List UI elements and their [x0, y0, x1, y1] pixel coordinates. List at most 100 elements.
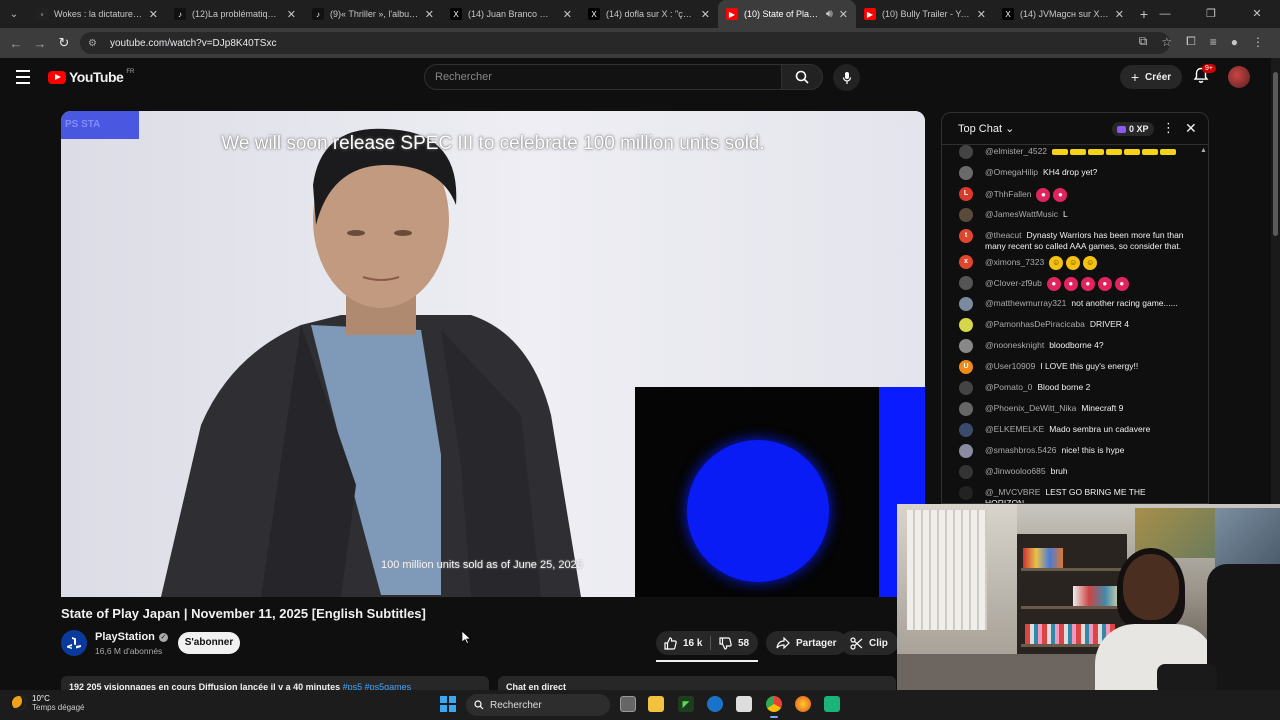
chat-avatar[interactable]	[959, 486, 973, 500]
video-player[interactable]: PS STA We will soon release SPEC III to …	[61, 111, 925, 597]
edge-browser-icon[interactable]	[707, 696, 723, 712]
start-windows-icon[interactable]	[440, 696, 456, 712]
browser-tab[interactable]: ▶ (10) State of Play Japa 🔊︎ ✕	[718, 0, 856, 28]
close-chat-icon[interactable]: ✕	[1185, 120, 1197, 137]
chat-avatar[interactable]	[959, 339, 973, 353]
weather-widget[interactable]: 10°C Temps dégagé	[12, 694, 84, 712]
chat-avatar[interactable]: U	[959, 360, 973, 374]
chat-more-icon[interactable]: ⋮	[1162, 120, 1175, 136]
tab-audio-icon[interactable]: 🔊︎	[826, 8, 833, 21]
chat-author[interactable]: @JamesWattMusic	[985, 209, 1058, 219]
browser-tab[interactable]: ♪ (12)La problématique rac ✕	[166, 0, 304, 28]
dislike-button[interactable]: 58	[711, 636, 749, 650]
chat-avatar[interactable]	[959, 402, 973, 416]
tab-close-icon[interactable]: ✕	[287, 8, 296, 21]
tab-close-icon[interactable]: ✕	[701, 8, 710, 21]
create-button[interactable]: + Créer	[1120, 65, 1182, 89]
chat-avatar[interactable]	[959, 444, 973, 458]
reload-icon[interactable]: ↻	[52, 35, 76, 51]
url-field[interactable]: ⚙ youtube.com/watch?v=DJp8K40TSxc	[80, 32, 1170, 54]
chat-avatar[interactable]	[959, 297, 973, 311]
chat-author[interactable]: @Clover-zf9ub	[985, 278, 1042, 288]
chat-author[interactable]: @Jinwooloo685	[985, 466, 1046, 476]
chat-avatar[interactable]	[959, 276, 973, 290]
tab-search-icon[interactable]: ⌄	[0, 0, 28, 28]
chat-author[interactable]: @noonesknight	[985, 340, 1044, 350]
chat-avatar[interactable]	[959, 166, 973, 180]
tab-close-icon[interactable]: ✕	[563, 8, 572, 21]
tab-close-icon[interactable]: ✕	[839, 8, 848, 21]
restore-icon[interactable]: ❐	[1188, 0, 1234, 28]
menu-icon[interactable]	[16, 70, 30, 88]
browser-tab[interactable]: ▶ (10) Bully Trailer - YouTub ✕	[856, 0, 994, 28]
reading-list-icon[interactable]: ≡	[1210, 35, 1217, 49]
subscribe-button[interactable]: S'abonner	[178, 632, 240, 654]
channel-avatar[interactable]	[61, 630, 87, 656]
file-explorer-icon[interactable]	[648, 696, 664, 712]
browser-menu-icon[interactable]: ⋮	[1252, 35, 1264, 49]
hashtags[interactable]: #ps5 #ps5games	[343, 682, 412, 690]
taskbar-search[interactable]: Rechercher	[466, 694, 610, 716]
xp-badge[interactable]: 0 XP	[1112, 122, 1154, 136]
chat-author[interactable]: @OmegaHilip	[985, 167, 1038, 177]
channel-name[interactable]: PlayStation ✓	[95, 631, 168, 643]
tab-close-icon[interactable]: ✕	[425, 8, 434, 21]
store-icon[interactable]	[736, 696, 752, 712]
profile-icon[interactable]: ●	[1231, 35, 1238, 49]
search-button[interactable]	[781, 64, 823, 90]
chat-avatar[interactable]: L	[959, 187, 973, 201]
share-button[interactable]: Partager	[766, 631, 847, 655]
voice-search-button[interactable]	[833, 64, 860, 91]
browser-tab[interactable]: ♪ (9)« Thriller », l'album de ✕	[304, 0, 442, 28]
chat-scroll-up-icon[interactable]: ▲	[1200, 147, 1207, 154]
chat-author[interactable]: @PamonhasDePiracicaba	[985, 319, 1085, 329]
chat-author[interactable]: @theacut	[985, 230, 1022, 240]
chat-avatar[interactable]: t	[959, 229, 973, 243]
chat-avatar[interactable]	[959, 465, 973, 479]
app-icon[interactable]	[824, 696, 840, 712]
minimize-icon[interactable]: —	[1142, 0, 1188, 28]
browser-tab[interactable]: X (14) JVMagсн sur X : "Ou ✕	[994, 0, 1132, 28]
firefox-icon[interactable]	[795, 696, 811, 712]
chat-author[interactable]: @smashbros.5426	[985, 445, 1056, 455]
chat-author[interactable]: @matthewmurray321	[985, 298, 1066, 308]
clip-button[interactable]: Clip	[840, 631, 898, 655]
chat-avatar[interactable]	[959, 145, 973, 159]
tab-close-icon[interactable]: ✕	[1115, 8, 1124, 21]
extensions-icon[interactable]: ⧠	[1186, 34, 1196, 49]
like-button[interactable]: 16 k	[656, 636, 710, 650]
browser-tab[interactable]: ◦ Wokes : la dictature des li ✕	[28, 0, 166, 28]
forward-icon[interactable]: →	[28, 36, 52, 51]
browser-tab[interactable]: X (14) dofla sur X : "ça lui m ✕	[580, 0, 718, 28]
task-view-icon[interactable]	[620, 696, 636, 712]
chat-author[interactable]: @ThhFallen	[985, 189, 1031, 199]
chat-avatar[interactable]	[959, 208, 973, 222]
chat-avatar[interactable]	[959, 381, 973, 395]
chat-avatar[interactable]: x	[959, 255, 973, 269]
chat-author[interactable]: @Pomato_0	[985, 382, 1032, 392]
scrollbar-thumb[interactable]	[1273, 72, 1278, 236]
description-box[interactable]: 192 205 visionnages en cours Diffusion l…	[61, 676, 489, 690]
install-app-icon[interactable]: ⧉	[1139, 34, 1148, 49]
chat-author[interactable]: @ximons_7323	[985, 257, 1044, 267]
close-window-icon[interactable]: ✕	[1234, 0, 1280, 28]
chat-avatar[interactable]	[959, 423, 973, 437]
bookmark-star-icon[interactable]: ☆	[1161, 35, 1172, 49]
back-icon[interactable]: ←	[4, 36, 28, 51]
tab-close-icon[interactable]: ✕	[977, 8, 986, 21]
chat-avatar[interactable]	[959, 318, 973, 332]
chat-author[interactable]: @_MVCVBRE	[985, 487, 1040, 497]
nvidia-icon[interactable]: ◤	[678, 696, 694, 712]
browser-tab[interactable]: X (14) Juan Branco 🟡 sur X ✕	[442, 0, 580, 28]
search-input[interactable]: Rechercher	[424, 64, 782, 90]
account-avatar[interactable]	[1228, 66, 1250, 88]
chat-author[interactable]: @Phoenix_DeWitt_Nika	[985, 403, 1076, 413]
chat-author[interactable]: @elmister_4522	[985, 146, 1047, 156]
youtube-logo[interactable]: YouTube FR	[48, 69, 134, 85]
chat-mode-dropdown[interactable]: Top Chat ⌄	[958, 122, 1014, 135]
tab-close-icon[interactable]: ✕	[149, 8, 158, 21]
live-chat-replay-bar[interactable]: Chat en direct	[498, 676, 896, 690]
chrome-icon[interactable]	[766, 696, 782, 718]
chat-author[interactable]: @User10909	[985, 361, 1035, 371]
chat-author[interactable]: @ELKEMELKE	[985, 424, 1044, 434]
